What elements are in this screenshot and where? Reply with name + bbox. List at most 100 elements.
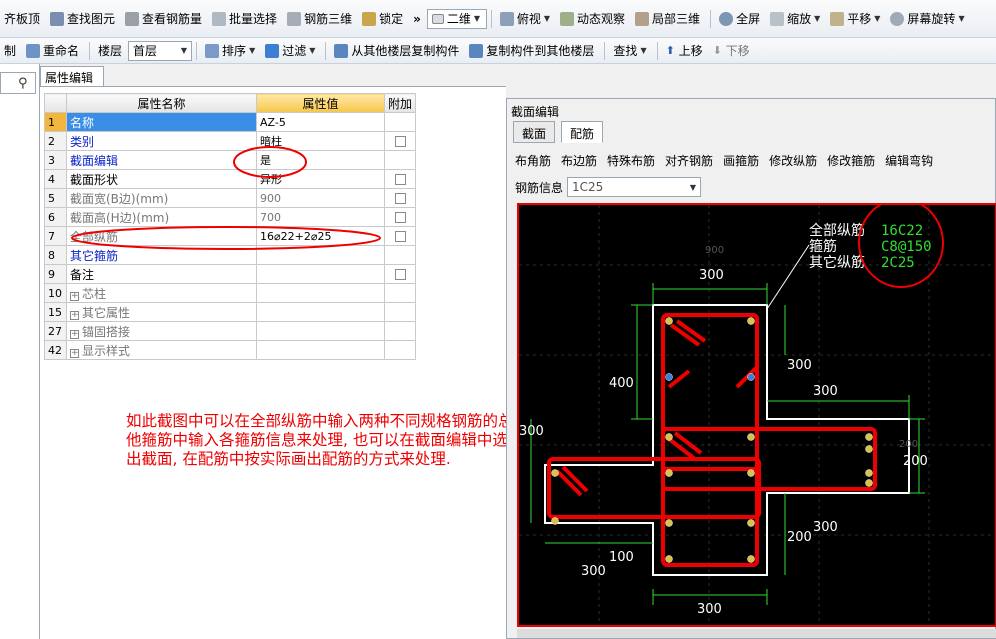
copy-to-floor-button[interactable]: 复制构件到其他楼层	[465, 40, 598, 62]
fullscreen-button[interactable]: 全屏	[715, 8, 764, 30]
find-button[interactable]: 查找 ▼	[609, 40, 650, 62]
property-name[interactable]: + 其它属性	[66, 302, 257, 322]
extra-checkbox[interactable]	[394, 231, 406, 242]
property-value[interactable]	[256, 283, 385, 303]
expand-icon[interactable]: +	[70, 348, 79, 358]
long-bar[interactable]	[747, 433, 755, 441]
property-name[interactable]: 其它箍筋	[66, 245, 257, 265]
modify-stirrup-button[interactable]: 修改箍筋	[827, 152, 875, 169]
table-row[interactable]: 3 截面编辑 是	[44, 150, 417, 170]
top-view-button[interactable]: 俯视 ▼	[496, 8, 554, 30]
edit-hook-button[interactable]: 编辑弯钩	[885, 152, 933, 169]
property-value[interactable]	[256, 340, 385, 360]
sort-button[interactable]: 排序 ▼	[201, 40, 259, 62]
pan-button[interactable]: 平移 ▼	[826, 8, 884, 30]
long-bar[interactable]	[665, 469, 673, 477]
property-value[interactable]: 16⌀22+2⌀25	[256, 226, 385, 246]
property-name[interactable]: 备注	[66, 264, 257, 284]
extra-checkbox[interactable]	[394, 136, 406, 147]
dynamic-orbit-button[interactable]: 动态观察	[556, 8, 629, 30]
modify-long-bar-button[interactable]: 修改纵筋	[769, 152, 817, 169]
tab-rebar[interactable]: 配筋	[561, 121, 604, 143]
long-bar[interactable]	[747, 469, 755, 477]
table-row[interactable]: 7 全部纵筋 16⌀22+2⌀25	[44, 226, 417, 246]
extra-checkbox[interactable]	[394, 269, 406, 280]
long-bar[interactable]	[747, 317, 755, 325]
property-value[interactable]: 异形	[256, 169, 385, 189]
property-value[interactable]: 900	[256, 188, 385, 208]
property-value[interactable]	[256, 245, 385, 265]
filter-button[interactable]: 过滤 ▼	[261, 40, 319, 62]
move-down-button[interactable]: ⬇ 下移	[709, 40, 754, 62]
table-row[interactable]: 2 类别 暗柱	[44, 131, 417, 151]
toolbar-floor-top-button[interactable]: 齐板顶	[0, 8, 44, 30]
long-bar[interactable]	[747, 519, 755, 527]
move-up-button[interactable]: ⬆ 上移	[662, 40, 707, 62]
tab-property-edit[interactable]: 属性编辑	[40, 66, 104, 86]
table-row[interactable]: 15 + 其它属性	[44, 302, 417, 322]
property-value[interactable]: 700	[256, 207, 385, 227]
property-name[interactable]: 全部纵筋	[66, 226, 257, 246]
zoom-button[interactable]: 缩放 ▼	[766, 8, 824, 30]
table-row[interactable]: 10 + 芯柱	[44, 283, 417, 303]
long-bar[interactable]	[865, 469, 873, 477]
long-bar[interactable]	[865, 479, 873, 487]
expand-icon[interactable]: +	[70, 329, 79, 339]
property-name[interactable]: 截面形状	[66, 169, 257, 189]
property-name[interactable]: + 锚固搭接	[66, 321, 257, 341]
table-row[interactable]: 27 + 锚固搭接	[44, 321, 417, 341]
table-row[interactable]: 4 截面形状 异形	[44, 169, 417, 189]
section-drawing-canvas[interactable]: 300 900 400 300 300 200 200 300 300 200 …	[517, 203, 996, 627]
expand-icon[interactable]: +	[70, 310, 79, 320]
property-name[interactable]: 名称	[66, 112, 257, 132]
search-icon[interactable]: ⚲	[18, 76, 32, 91]
rebar-info-select[interactable]: 1C25 ▼	[567, 177, 702, 197]
view-mode-select[interactable]: 二维 ▼	[426, 8, 487, 29]
batch-select-button[interactable]: 批量选择	[208, 8, 281, 30]
other-bar[interactable]	[665, 373, 673, 381]
tab-section[interactable]: 截面	[513, 121, 556, 143]
property-value[interactable]	[256, 321, 385, 341]
table-row[interactable]: 6 截面高(H边)(mm) 700	[44, 207, 417, 227]
floor-select[interactable]: 首层 ▼	[128, 40, 193, 61]
long-bar[interactable]	[665, 317, 673, 325]
canvas-scrollbar[interactable]	[517, 629, 996, 638]
make-button[interactable]: 制	[0, 40, 20, 62]
component-search-input[interactable]: ⚲	[0, 72, 36, 94]
property-value[interactable]	[256, 302, 385, 322]
property-value[interactable]: 暗柱	[256, 131, 385, 151]
property-value[interactable]	[256, 264, 385, 284]
special-bar-button[interactable]: 特殊布筋	[607, 152, 655, 169]
extra-checkbox[interactable]	[394, 193, 406, 204]
extra-checkbox[interactable]	[394, 212, 406, 223]
long-bar[interactable]	[551, 469, 559, 477]
long-bar[interactable]	[865, 445, 873, 453]
property-name[interactable]: 截面宽(B边)(mm)	[66, 188, 257, 208]
property-name[interactable]: 截面高(H边)(mm)	[66, 207, 257, 227]
table-row[interactable]: 42 + 显示样式	[44, 340, 417, 360]
screen-rotate-button[interactable]: 屏幕旋转 ▼	[886, 8, 968, 30]
long-bar[interactable]	[665, 433, 673, 441]
table-row[interactable]: 8 其它箍筋	[44, 245, 417, 265]
align-bar-button[interactable]: 对齐钢筋	[665, 152, 713, 169]
expand-icon[interactable]: +	[70, 291, 79, 301]
long-bar[interactable]	[747, 555, 755, 563]
long-bar[interactable]	[665, 519, 673, 527]
table-row[interactable]: 5 截面宽(B边)(mm) 900	[44, 188, 417, 208]
other-bar[interactable]	[747, 373, 755, 381]
property-name[interactable]: + 显示样式	[66, 340, 257, 360]
table-row[interactable]: 9 备注	[44, 264, 417, 284]
toolbar-overflow-button[interactable]: »	[409, 8, 425, 30]
property-name[interactable]: + 芯柱	[66, 283, 257, 303]
draw-stirrup-button[interactable]: 画箍筋	[723, 152, 759, 169]
corner-bar-button[interactable]: 布角筋	[515, 152, 551, 169]
lock-button[interactable]: 锁定	[358, 8, 407, 30]
long-bar[interactable]	[551, 517, 559, 525]
table-row[interactable]: 1 名称 AZ-5	[44, 112, 417, 132]
edge-bar-button[interactable]: 布边筋	[561, 152, 597, 169]
long-bar[interactable]	[665, 555, 673, 563]
copy-from-floor-button[interactable]: 从其他楼层复制构件	[330, 40, 463, 62]
local-3d-button[interactable]: 局部三维	[631, 8, 704, 30]
view-rebar-quantity-button[interactable]: 查看钢筋量	[121, 8, 206, 30]
property-value[interactable]: 是	[256, 150, 385, 170]
